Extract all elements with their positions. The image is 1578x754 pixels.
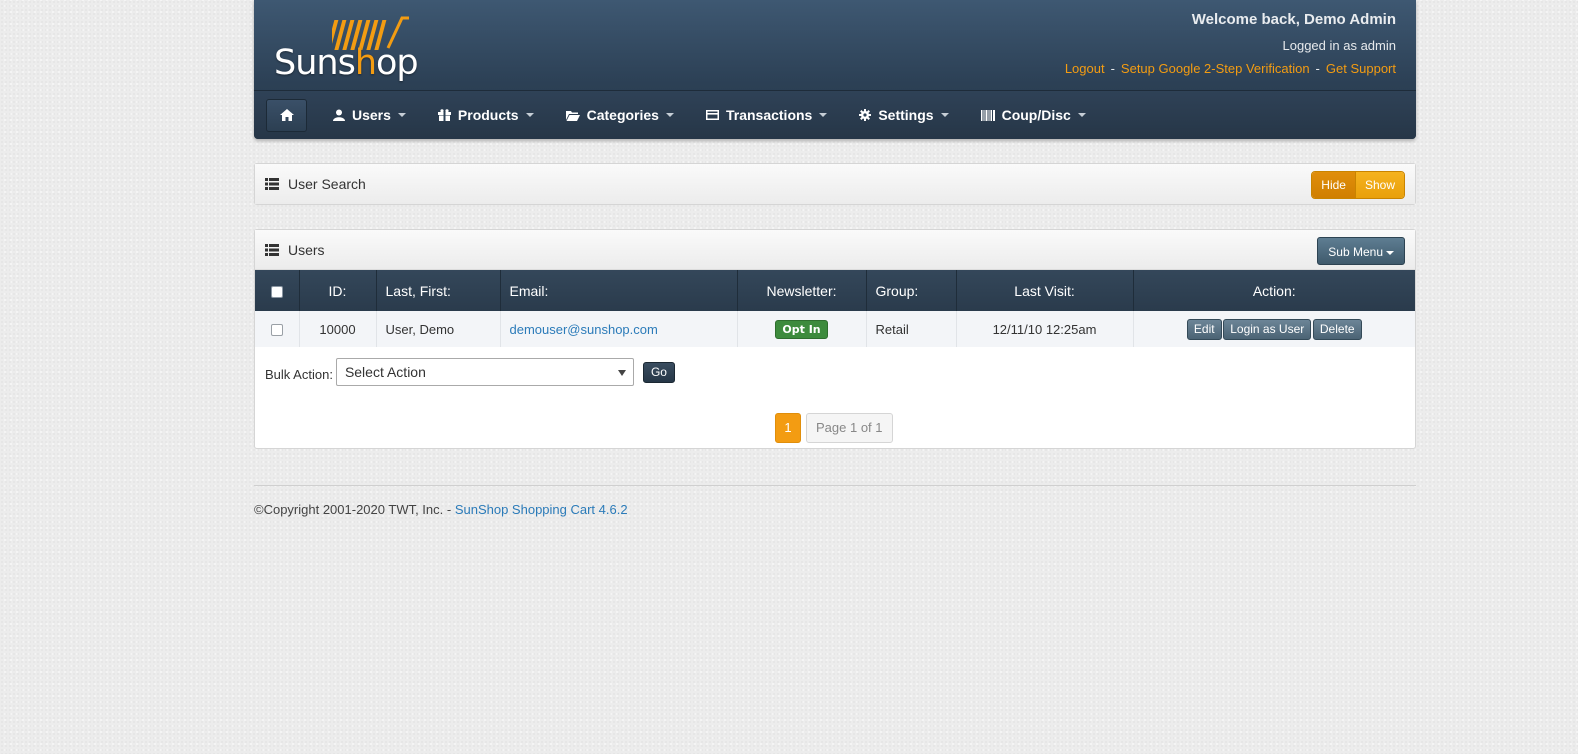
nav-users-label: Users — [352, 107, 391, 123]
nav-transactions[interactable]: Transactions — [690, 99, 843, 132]
action-cell: Edit Login as User Delete — [1133, 311, 1415, 347]
get-support-link[interactable]: Get Support — [1326, 61, 1396, 76]
logged-in-status: Logged in as admin — [1282, 38, 1396, 53]
nav-categories-label: Categories — [586, 107, 659, 123]
go-button[interactable]: Go — [642, 361, 675, 383]
bulk-action-label: Bulk Action: — [265, 366, 333, 382]
gift-icon — [437, 109, 451, 121]
copyright-text: ©Copyright 2001-2020 TWT, Inc. - — [254, 502, 455, 517]
user-group: Retail — [866, 311, 957, 347]
delete-button[interactable]: Delete — [1312, 318, 1362, 340]
sub-menu-button[interactable]: Sub Menu — [1317, 237, 1405, 265]
bulk-action-value: Select Action — [344, 364, 426, 380]
sunshop-version-link[interactable]: SunShop Shopping Cart 4.6.2 — [455, 502, 628, 517]
user-search-title: User Search — [288, 176, 366, 192]
credit-card-icon — [705, 110, 719, 120]
user-email-link[interactable]: demouser@sunshop.com — [510, 322, 658, 337]
column-header-last-visit[interactable]: Last Visit: — [956, 270, 1134, 311]
users-panel: Users Sub Menu ID: Last, First: Email: N… — [254, 229, 1416, 449]
page-info: Page 1 of 1 — [806, 413, 893, 443]
logout-link[interactable]: Logout — [1065, 61, 1105, 76]
chevron-down-icon — [1386, 250, 1394, 255]
sunshop-logo[interactable]: Sunshop — [274, 14, 424, 84]
nav-settings-label: Settings — [878, 107, 934, 123]
nav-categories[interactable]: Categories — [550, 99, 690, 132]
folder-open-icon — [565, 110, 580, 121]
sub-menu-label: Sub Menu — [1328, 245, 1383, 259]
newsletter-cell: Opt In — [737, 311, 867, 347]
user-email-cell: demouser@sunshop.com — [500, 311, 738, 347]
column-header-newsletter[interactable]: Newsletter: — [737, 270, 867, 311]
nav-transactions-label: Transactions — [725, 107, 813, 123]
users-title: Users — [288, 241, 325, 258]
user-last-visit: 12/11/10 12:25am — [956, 311, 1134, 347]
pagination: 1 Page 1 of 1 — [775, 413, 893, 443]
chevron-down-icon — [525, 113, 534, 117]
setup-2step-link[interactable]: Setup Google 2-Step Verification — [1121, 61, 1310, 76]
table-row: 10000 User, Demo demouser@sunshop.com Op… — [255, 311, 1415, 347]
nav-products-label: Products — [457, 107, 519, 123]
header-links: Logout - Setup Google 2-Step Verification -… — [1065, 61, 1396, 76]
row-checkbox[interactable] — [270, 324, 283, 337]
bulk-action-bar: Bulk Action: Select Action Go — [265, 358, 675, 386]
column-header-action: Action: — [1133, 270, 1415, 311]
users-table: ID: Last, First: Email: Newsletter: Grou… — [255, 270, 1415, 347]
footer: ©Copyright 2001-2020 TWT, Inc. - SunShop… — [254, 502, 628, 517]
logo-text: Sunshop — [274, 43, 419, 83]
user-search-header: User Search — [255, 164, 1415, 204]
page-1-button[interactable]: 1 — [775, 413, 801, 443]
nav-settings[interactable]: Settings — [843, 99, 964, 132]
nav-users[interactable]: Users — [317, 99, 422, 132]
hide-button[interactable]: Hide — [1312, 172, 1355, 198]
footer-divider — [254, 485, 1416, 486]
column-header-group[interactable]: Group: — [866, 270, 957, 311]
nav-products[interactable]: Products — [422, 99, 550, 132]
link-separator: - — [1315, 61, 1320, 76]
chevron-down-icon — [1077, 113, 1086, 117]
gear-icon — [859, 109, 872, 121]
home-icon — [279, 109, 294, 121]
barcode-icon — [980, 109, 995, 121]
list-icon — [265, 243, 279, 256]
nav-coupons-label: Coup/Disc — [1001, 107, 1071, 123]
bulk-action-select[interactable]: Select Action — [335, 358, 634, 386]
users-header: Users — [255, 230, 1415, 270]
select-all-checkbox[interactable] — [270, 285, 283, 298]
user-id: 10000 — [299, 311, 377, 347]
chevron-down-icon — [819, 113, 828, 117]
user-search-panel: User Search Hide Show — [254, 163, 1416, 205]
column-header-id[interactable]: ID: — [299, 270, 377, 311]
main-nav: Users Products Categories Transactions S… — [254, 90, 1416, 139]
login-as-user-button[interactable]: Login as User — [1223, 318, 1312, 340]
welcome-message: Welcome back, Demo Admin — [1191, 11, 1396, 28]
chevron-down-icon — [665, 113, 674, 117]
select-all-column — [255, 270, 300, 311]
edit-button[interactable]: Edit — [1186, 318, 1222, 340]
hide-show-toggle: Hide Show — [1311, 171, 1405, 199]
table-header-row: ID: Last, First: Email: Newsletter: Grou… — [255, 270, 1415, 311]
column-header-email[interactable]: Email: — [500, 270, 738, 311]
page-wrapper: Sunshop Welcome back, Demo Admin Logged … — [254, 0, 1416, 517]
row-select-cell — [255, 311, 300, 347]
site-header: Sunshop Welcome back, Demo Admin Logged … — [254, 0, 1416, 139]
chevron-down-icon — [940, 113, 949, 117]
chevron-down-icon — [397, 113, 406, 117]
list-icon — [265, 178, 279, 190]
nav-coupons[interactable]: Coup/Disc — [965, 99, 1102, 132]
user-name: User, Demo — [376, 311, 501, 347]
show-button[interactable]: Show — [1354, 172, 1404, 198]
newsletter-badge: Opt In — [775, 319, 828, 339]
link-separator: - — [1110, 61, 1115, 76]
user-icon — [333, 109, 345, 121]
dropdown-arrow-icon — [617, 370, 626, 376]
home-button[interactable] — [266, 98, 307, 132]
column-header-name[interactable]: Last, First: — [376, 270, 501, 311]
